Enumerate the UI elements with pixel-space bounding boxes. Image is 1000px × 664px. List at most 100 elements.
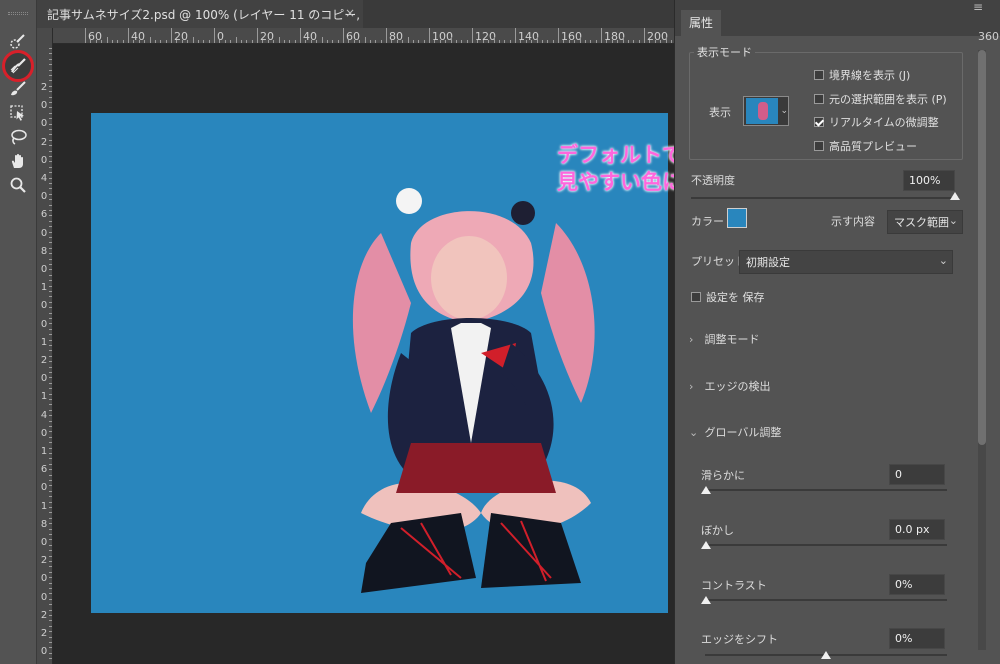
- section-label: エッジの検出: [704, 380, 771, 393]
- document-tab-bar: 記事サムネサイズ2.psd @ 100% (レイヤー 11 のコピー, RGB/…: [37, 0, 674, 28]
- ruler-tick: [49, 480, 52, 481]
- ruler-tick: [49, 134, 52, 136]
- section-global-adjust[interactable]: ⌄ グローバル調整: [689, 424, 781, 440]
- ruler-tick: [49, 85, 52, 87]
- ruler-tick: [477, 40, 479, 43]
- ruler-tick: [628, 40, 629, 43]
- ruler-tick: [49, 609, 52, 611]
- contrast-label: コントラスト: [701, 579, 767, 592]
- ruler-tick: [49, 48, 52, 49]
- ruler-tick: [49, 377, 52, 379]
- ruler-tick: [472, 28, 473, 43]
- ruler-tick: [294, 40, 296, 43]
- ruler-tick: [49, 588, 52, 589]
- horizontal-ruler[interactable]: 60 40 20 0 20 40 60 80 100 120 140 160 180 200: [53, 28, 674, 44]
- ruler-tick: [122, 40, 124, 43]
- show-dropdown[interactable]: マスク範囲 ⌄: [887, 210, 963, 234]
- ruler-tick-label: 4: [40, 173, 48, 184]
- panel-tab-bar: 属性 ≡ 360: [675, 0, 1000, 43]
- properties-panel: 属性 ≡ 360 表示モード 表示 ⌄ 境界線を表示 (J) 元の選択範囲を表示…: [674, 0, 1000, 664]
- ruler-tick-label: 0: [40, 318, 48, 330]
- contrast-field[interactable]: 0%: [889, 574, 945, 595]
- ruler-tick-label: 4: [40, 409, 48, 421]
- shift-edge-field[interactable]: 0%: [889, 628, 945, 649]
- smooth-slider-track[interactable]: [705, 489, 947, 491]
- feather-slider-knob[interactable]: [701, 541, 711, 549]
- document-tab[interactable]: 記事サムネサイズ2.psd @ 100% (レイヤー 11 のコピー, RGB/…: [37, 0, 363, 28]
- ruler-tick: [49, 631, 52, 633]
- ruler-tick: [49, 269, 52, 271]
- ruler-tick: [49, 388, 52, 390]
- ruler-tick: [49, 231, 52, 233]
- section-adjust-mode[interactable]: › 調整モード: [689, 331, 760, 347]
- chevron-down-icon: ⌄: [948, 214, 958, 227]
- brush-icon[interactable]: [6, 78, 30, 100]
- view-mode-select[interactable]: ⌄: [743, 96, 789, 126]
- ruler-tick: [49, 58, 52, 60]
- ruler-tick: [49, 129, 52, 130]
- ruler-tick: [117, 40, 119, 43]
- ruler-tick: [49, 301, 52, 303]
- quick-selection-brush-icon[interactable]: [6, 30, 30, 52]
- ruler-tick: [192, 37, 194, 43]
- panel-scroll-thumb[interactable]: [978, 50, 986, 445]
- checkbox-show-original[interactable]: 元の選択範囲を表示 (P): [814, 91, 947, 107]
- opacity-slider-track[interactable]: [691, 197, 959, 199]
- ruler-tick: [590, 40, 592, 43]
- ruler-tick: [49, 642, 52, 643]
- ruler-tick: [671, 40, 672, 43]
- section-edge-detection[interactable]: › エッジの検出: [689, 378, 771, 394]
- ruler-tick: [49, 210, 52, 211]
- toolbar-grip[interactable]: [8, 12, 28, 15]
- ruler-tick: [445, 40, 447, 43]
- ruler-tick: [49, 582, 52, 584]
- overlay-color-swatch[interactable]: [727, 208, 747, 228]
- ruler-tick: [49, 145, 52, 147]
- checkbox-box[interactable]: [814, 70, 824, 80]
- feather-slider-track[interactable]: [705, 544, 947, 546]
- ruler-tick: [49, 593, 52, 595]
- ruler-tick: [267, 40, 269, 43]
- checkbox-box[interactable]: [814, 94, 824, 104]
- ruler-tick: [499, 40, 500, 43]
- smooth-field[interactable]: 0: [889, 464, 945, 485]
- ruler-tick: [525, 40, 527, 43]
- object-selection-icon[interactable]: [6, 102, 30, 124]
- opacity-field[interactable]: 100%: [903, 170, 955, 191]
- ruler-tick: [49, 636, 52, 638]
- ruler-tick: [171, 28, 172, 43]
- contrast-slider-knob[interactable]: [701, 596, 711, 604]
- checkbox-save-settings[interactable]: 設定を 保存: [691, 289, 765, 305]
- contrast-slider-track[interactable]: [705, 599, 947, 601]
- ruler-tick: [49, 220, 52, 222]
- close-tab-icon[interactable]: ×: [345, 6, 355, 20]
- ruler-tick: [49, 285, 52, 287]
- checkbox-box[interactable]: [814, 141, 824, 151]
- smooth-slider-knob[interactable]: [701, 486, 711, 494]
- ruler-tick: [611, 40, 613, 43]
- feather-field[interactable]: 0.0 px: [889, 519, 945, 540]
- ruler-tick: [49, 393, 52, 395]
- checkbox-box[interactable]: [691, 292, 701, 302]
- vertical-ruler[interactable]: 2 0 0 2 0 4 0 6 0 8 0 1 0 0 1 2 0 1 4 0 1 6 0 1 8 0 2 0 0 2 2 0: [37, 28, 53, 664]
- ruler-tick: [49, 80, 52, 82]
- checkbox-realtime-refine[interactable]: リアルタイムの微調整: [814, 114, 939, 130]
- ruler-tick: [49, 291, 52, 292]
- checkbox-box-checked[interactable]: [814, 117, 824, 127]
- ruler-tick: [49, 355, 52, 357]
- ruler-tick: [439, 40, 441, 43]
- opacity-slider-knob[interactable]: [950, 192, 960, 200]
- panel-menu-icon[interactable]: ≡: [973, 0, 983, 14]
- ruler-tick: [90, 40, 92, 43]
- checkbox-show-edge[interactable]: 境界線を表示 (J): [814, 67, 910, 83]
- hand-icon[interactable]: [6, 150, 30, 172]
- lasso-icon[interactable]: [6, 126, 30, 148]
- ruler-tick: [49, 102, 52, 103]
- ruler-tick: [85, 28, 86, 43]
- zoom-icon[interactable]: [6, 174, 30, 196]
- tab-properties[interactable]: 属性: [681, 10, 722, 36]
- ruler-tick: [262, 40, 264, 43]
- checkbox-hq-preview[interactable]: 高品質プレビュー: [814, 138, 917, 154]
- preset-dropdown[interactable]: 初期設定 ⌄: [739, 250, 953, 274]
- shift-edge-slider-knob[interactable]: [821, 651, 831, 659]
